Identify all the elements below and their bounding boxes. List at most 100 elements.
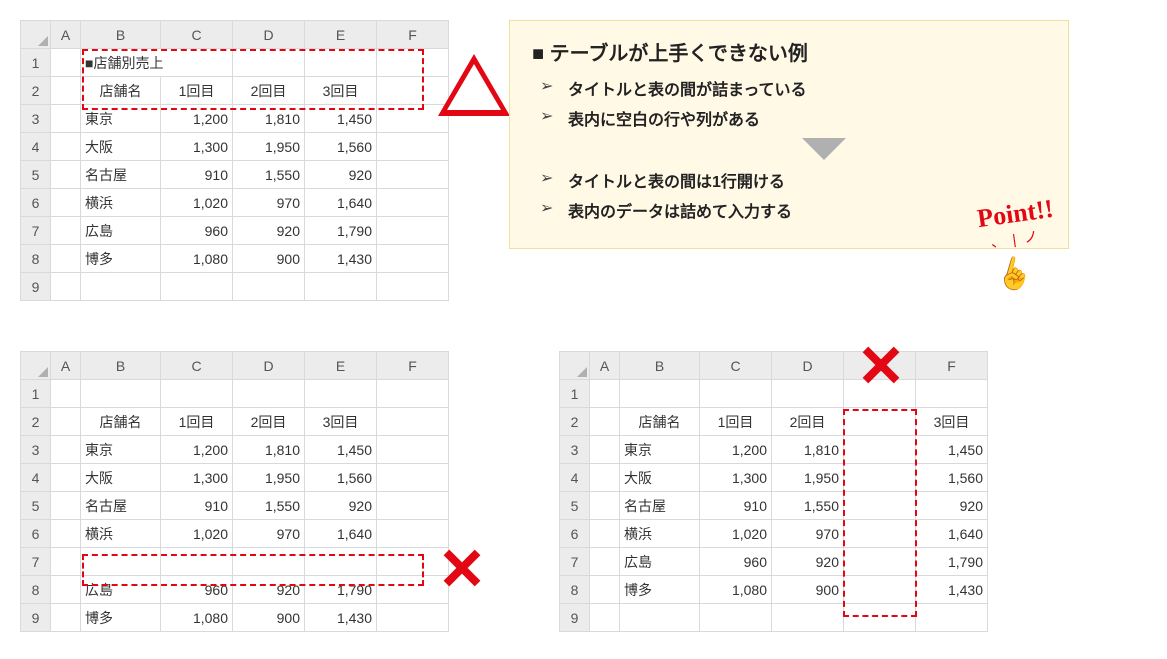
col-header-E[interactable]: E bbox=[844, 352, 916, 380]
col-header-D[interactable]: D bbox=[233, 21, 305, 49]
cell[interactable]: 1,560 bbox=[305, 464, 377, 492]
cell[interactable]: 900 bbox=[233, 604, 305, 632]
cell[interactable] bbox=[51, 217, 81, 245]
cell[interactable] bbox=[377, 105, 449, 133]
cell[interactable]: 920 bbox=[305, 161, 377, 189]
row-header-2[interactable]: 2 bbox=[21, 408, 51, 436]
cell[interactable] bbox=[161, 548, 233, 576]
cell[interactable]: 960 bbox=[700, 548, 772, 576]
cell[interactable]: 920 bbox=[916, 492, 988, 520]
cell[interactable] bbox=[161, 380, 233, 408]
select-all-corner[interactable] bbox=[21, 21, 51, 49]
cell[interactable]: 1,640 bbox=[305, 189, 377, 217]
cell[interactable] bbox=[620, 604, 700, 632]
cell[interactable] bbox=[590, 436, 620, 464]
cell[interactable] bbox=[377, 548, 449, 576]
col-header-C[interactable]: C bbox=[700, 352, 772, 380]
cell[interactable]: 1,300 bbox=[161, 133, 233, 161]
cell[interactable]: 3回目 bbox=[305, 77, 377, 105]
cell[interactable] bbox=[772, 604, 844, 632]
cell[interactable] bbox=[377, 133, 449, 161]
cell[interactable] bbox=[844, 604, 916, 632]
cell[interactable]: 920 bbox=[772, 548, 844, 576]
row-header-1[interactable]: 1 bbox=[21, 380, 51, 408]
cell[interactable]: 1,640 bbox=[916, 520, 988, 548]
cell[interactable] bbox=[377, 464, 449, 492]
cell[interactable]: 900 bbox=[233, 245, 305, 273]
cell[interactable]: 店舗名 bbox=[620, 408, 700, 436]
cell[interactable]: 3回目 bbox=[305, 408, 377, 436]
row-header-1[interactable]: 1 bbox=[21, 49, 51, 77]
cell[interactable]: 1,810 bbox=[772, 436, 844, 464]
cell[interactable]: 広島 bbox=[81, 576, 161, 604]
row-header-6[interactable]: 6 bbox=[21, 520, 51, 548]
row-header-3[interactable]: 3 bbox=[21, 105, 51, 133]
col-header-B[interactable]: B bbox=[81, 21, 161, 49]
cell[interactable] bbox=[377, 576, 449, 604]
col-header-D[interactable]: D bbox=[233, 352, 305, 380]
cell[interactable] bbox=[377, 380, 449, 408]
cell[interactable]: 1,560 bbox=[916, 464, 988, 492]
select-all-corner[interactable] bbox=[21, 352, 51, 380]
row-header-2[interactable]: 2 bbox=[21, 77, 51, 105]
col-header-D[interactable]: D bbox=[772, 352, 844, 380]
cell[interactable] bbox=[700, 380, 772, 408]
cell[interactable] bbox=[590, 408, 620, 436]
cell[interactable]: 1,950 bbox=[233, 464, 305, 492]
cell[interactable]: 910 bbox=[161, 161, 233, 189]
cell[interactable] bbox=[305, 380, 377, 408]
cell[interactable] bbox=[51, 161, 81, 189]
cell[interactable]: 1,300 bbox=[700, 464, 772, 492]
cell[interactable]: 2回目 bbox=[772, 408, 844, 436]
cell[interactable] bbox=[844, 548, 916, 576]
row-header-3[interactable]: 3 bbox=[560, 436, 590, 464]
cell[interactable]: 3回目 bbox=[916, 408, 988, 436]
col-header-E[interactable]: E bbox=[305, 352, 377, 380]
cell[interactable]: 1,080 bbox=[161, 245, 233, 273]
cell[interactable]: 大阪 bbox=[81, 133, 161, 161]
cell[interactable]: 1回目 bbox=[161, 77, 233, 105]
cell[interactable]: 1,300 bbox=[161, 464, 233, 492]
cell[interactable]: 1,790 bbox=[305, 576, 377, 604]
cell[interactable]: 1,810 bbox=[233, 105, 305, 133]
cell[interactable]: 1,430 bbox=[305, 604, 377, 632]
col-header-F[interactable]: F bbox=[377, 352, 449, 380]
cell[interactable] bbox=[51, 49, 81, 77]
cell[interactable]: 1,810 bbox=[233, 436, 305, 464]
cell[interactable]: 920 bbox=[233, 217, 305, 245]
row-header-7[interactable]: 7 bbox=[560, 548, 590, 576]
cell[interactable]: 1,430 bbox=[305, 245, 377, 273]
cell[interactable] bbox=[377, 408, 449, 436]
cell[interactable]: 2回目 bbox=[233, 77, 305, 105]
cell[interactable] bbox=[51, 464, 81, 492]
cell[interactable]: 1,550 bbox=[233, 492, 305, 520]
cell[interactable] bbox=[305, 548, 377, 576]
cell[interactable]: 960 bbox=[161, 576, 233, 604]
cell[interactable] bbox=[844, 408, 916, 436]
cell[interactable]: 店舗名 bbox=[81, 408, 161, 436]
row-header-4[interactable]: 4 bbox=[560, 464, 590, 492]
row-header-6[interactable]: 6 bbox=[21, 189, 51, 217]
cell[interactable]: 名古屋 bbox=[620, 492, 700, 520]
cell[interactable]: 2回目 bbox=[233, 408, 305, 436]
cell[interactable] bbox=[772, 380, 844, 408]
cell[interactable] bbox=[51, 436, 81, 464]
cell[interactable]: 東京 bbox=[81, 105, 161, 133]
row-header-3[interactable]: 3 bbox=[21, 436, 51, 464]
cell[interactable] bbox=[377, 49, 449, 77]
cell[interactable]: 1,550 bbox=[233, 161, 305, 189]
row-header-8[interactable]: 8 bbox=[560, 576, 590, 604]
row-header-7[interactable]: 7 bbox=[21, 548, 51, 576]
cell[interactable] bbox=[916, 380, 988, 408]
cell[interactable]: 広島 bbox=[620, 548, 700, 576]
cell[interactable]: 960 bbox=[161, 217, 233, 245]
cell[interactable] bbox=[377, 604, 449, 632]
row-header-4[interactable]: 4 bbox=[21, 133, 51, 161]
cell[interactable]: 1,950 bbox=[772, 464, 844, 492]
cell[interactable] bbox=[590, 492, 620, 520]
cell[interactable] bbox=[377, 492, 449, 520]
cell[interactable]: 横浜 bbox=[620, 520, 700, 548]
cell[interactable]: 東京 bbox=[620, 436, 700, 464]
cell[interactable]: 1,790 bbox=[305, 217, 377, 245]
cell[interactable] bbox=[51, 604, 81, 632]
